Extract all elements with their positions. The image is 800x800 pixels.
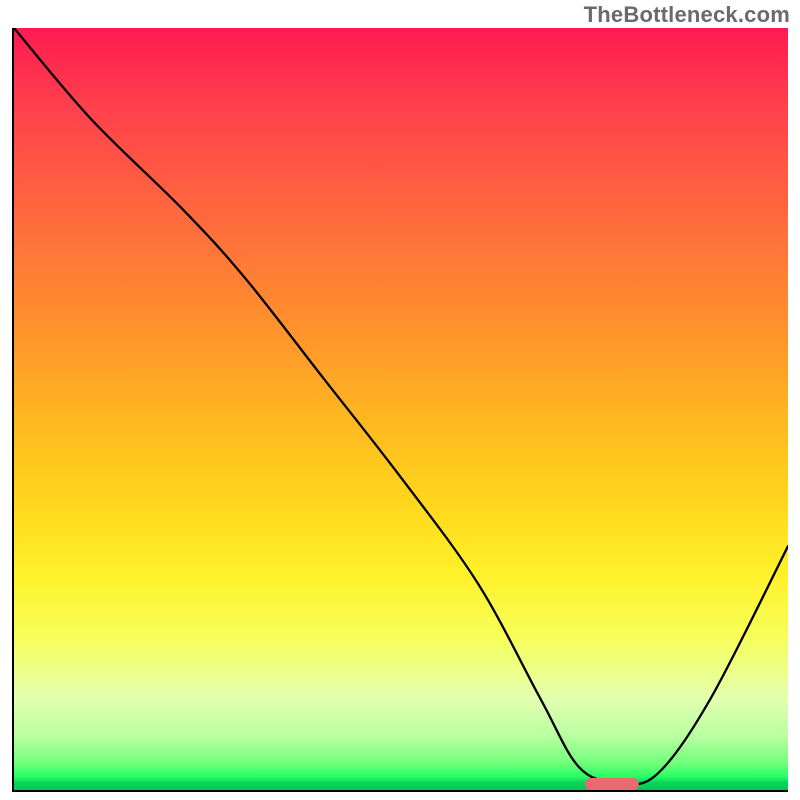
watermark-text: TheBottleneck.com bbox=[584, 2, 790, 28]
optimal-range-marker bbox=[584, 778, 638, 790]
bottleneck-chart: TheBottleneck.com bbox=[0, 0, 800, 800]
bottleneck-curve-line bbox=[14, 28, 788, 790]
plot-area bbox=[12, 28, 788, 792]
